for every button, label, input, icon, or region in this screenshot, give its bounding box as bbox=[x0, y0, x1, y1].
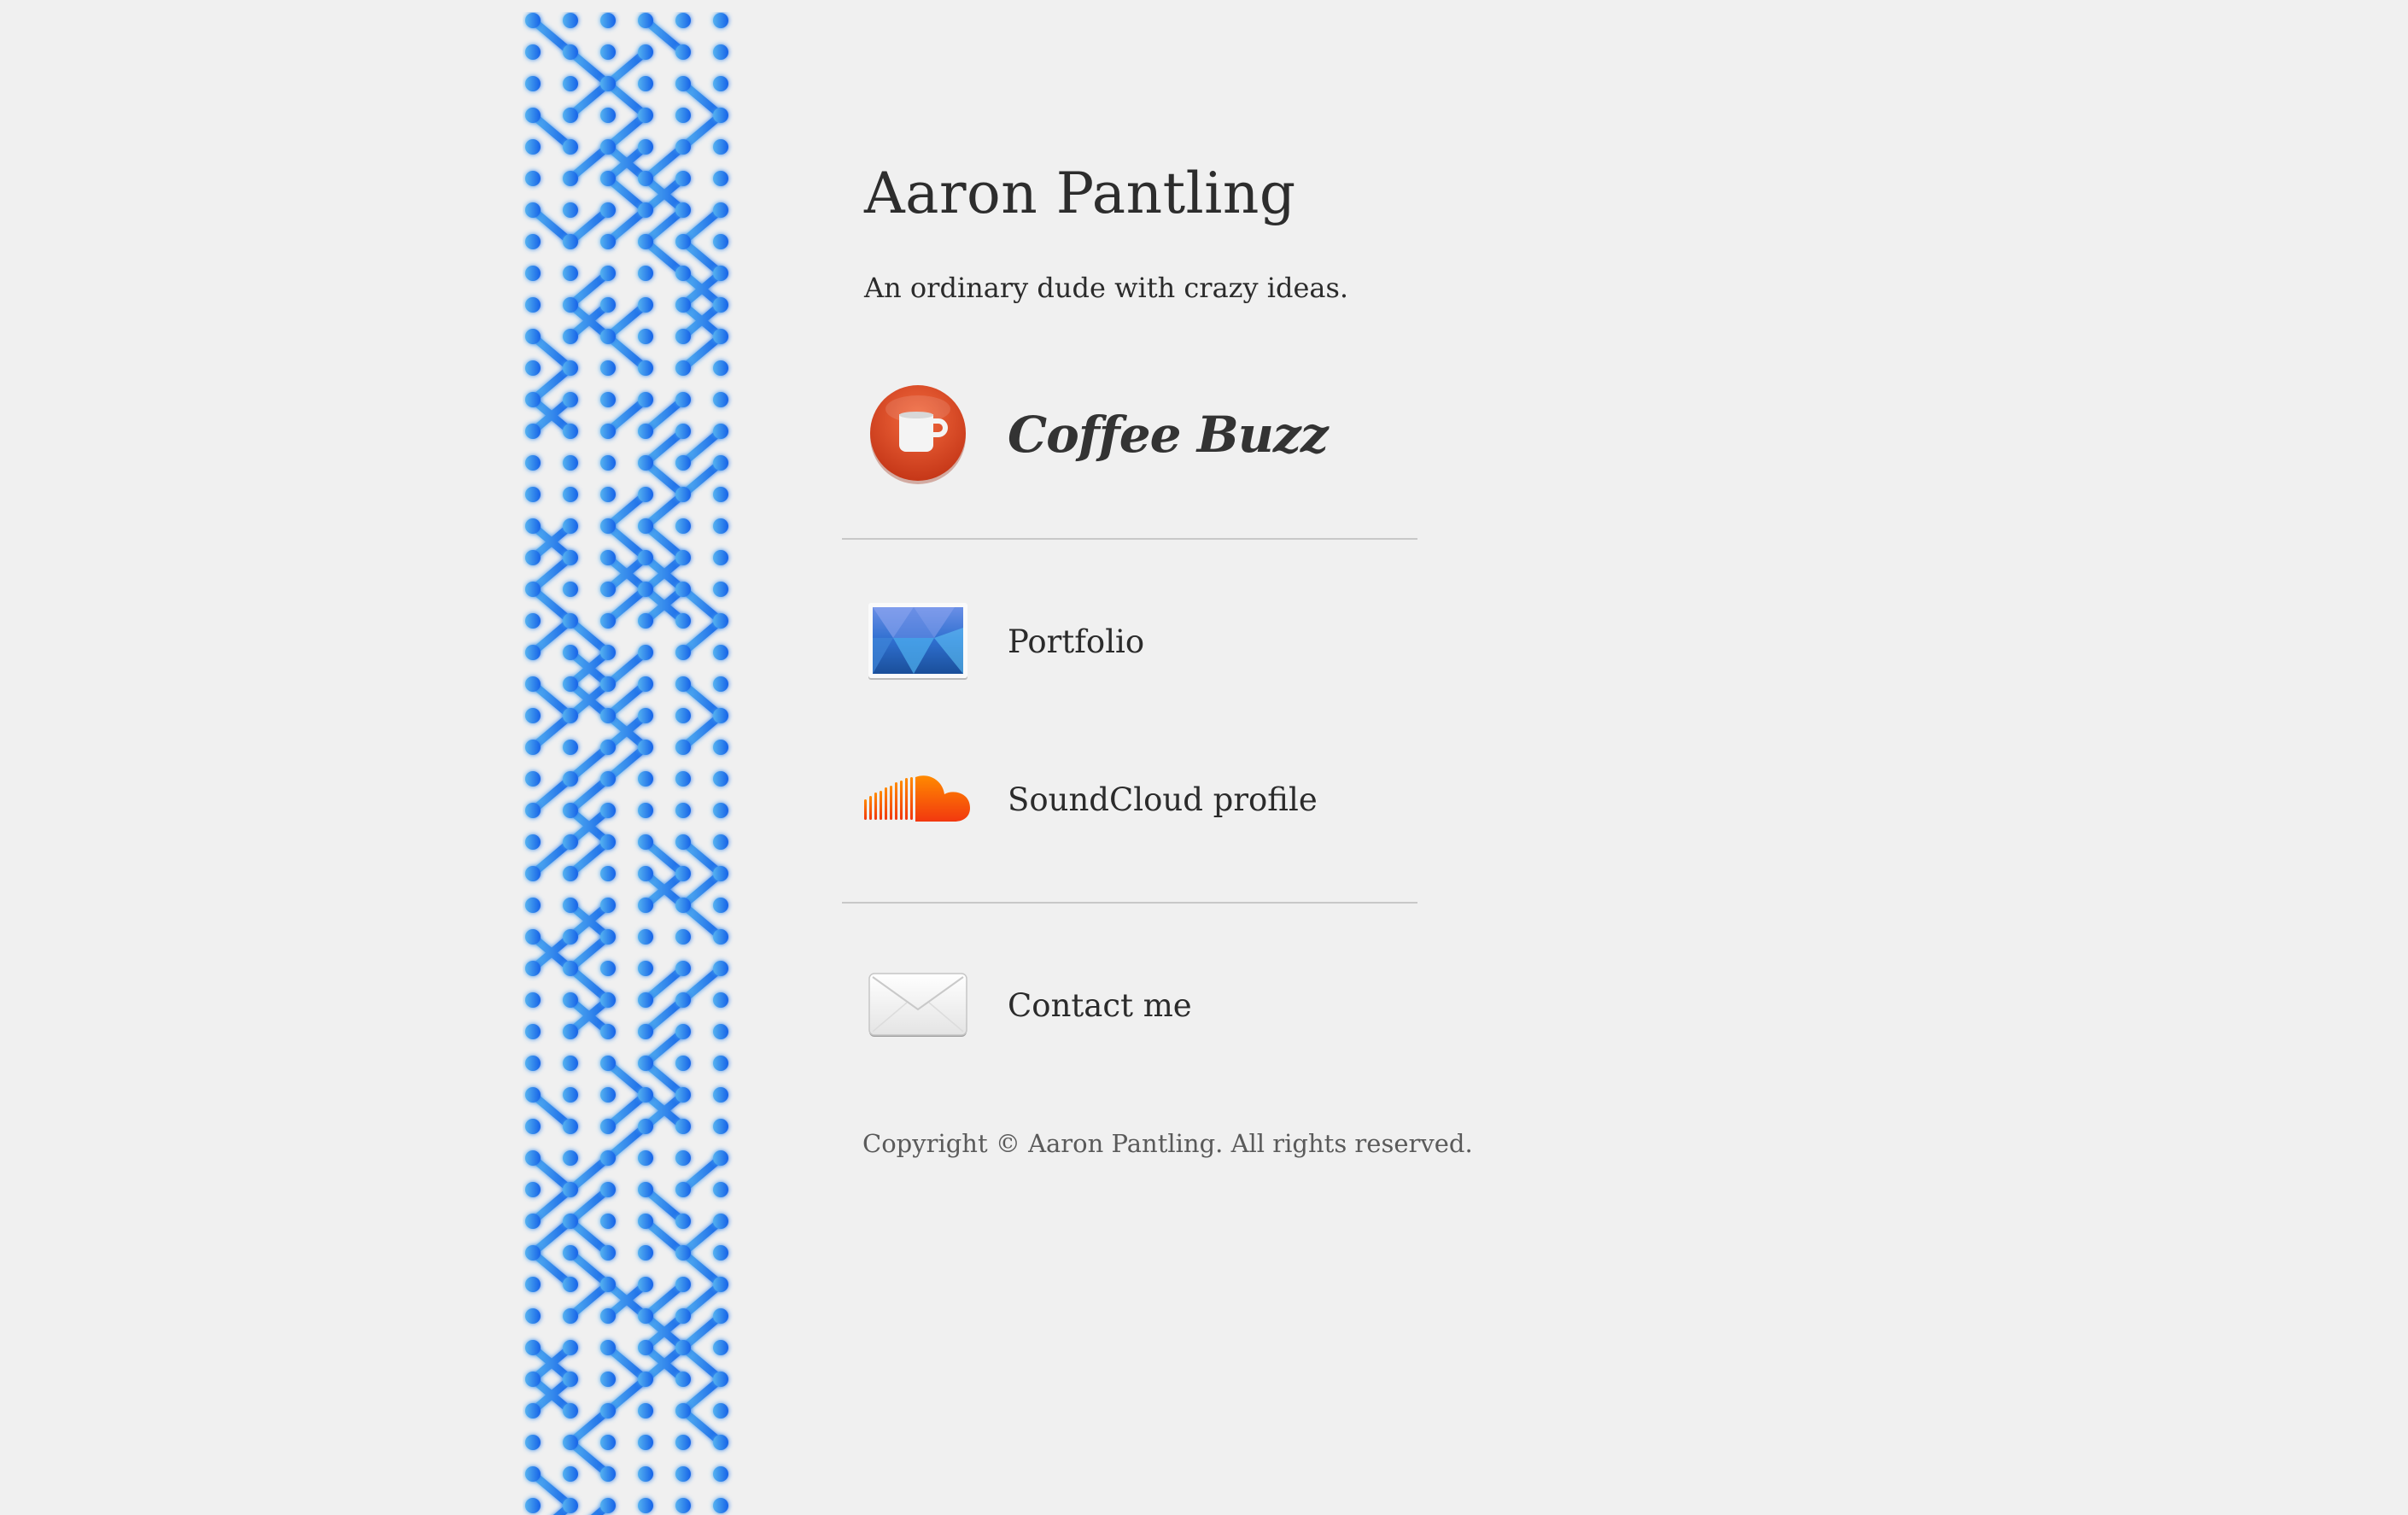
portfolio-link[interactable]: Portfolio bbox=[864, 588, 1144, 695]
section-divider bbox=[842, 538, 1417, 540]
envelope-icon bbox=[864, 951, 972, 1059]
soundcloud-icon bbox=[864, 746, 972, 853]
coffee-buzz-link[interactable]: Coffee Buzz bbox=[864, 381, 1329, 488]
section-divider bbox=[842, 902, 1417, 904]
coffee-cup-icon bbox=[864, 381, 972, 488]
coffee-buzz-label: Coffee Buzz bbox=[1008, 406, 1329, 464]
portfolio-image-icon bbox=[864, 588, 972, 695]
contact-label: Contact me bbox=[1008, 986, 1192, 1024]
tagline: An ordinary dude with crazy ideas. bbox=[864, 272, 1349, 304]
copyright-notice: Copyright © Aaron Pantling. All rights r… bbox=[862, 1129, 1473, 1158]
portfolio-label: Portfolio bbox=[1008, 623, 1145, 660]
page-title: Aaron Pantling bbox=[864, 161, 1296, 226]
circuit-pattern-decoration bbox=[525, 13, 728, 1515]
soundcloud-label: SoundCloud profile bbox=[1008, 781, 1318, 818]
soundcloud-link[interactable]: SoundCloud profile bbox=[864, 746, 1318, 853]
contact-link[interactable]: Contact me bbox=[864, 951, 1192, 1059]
